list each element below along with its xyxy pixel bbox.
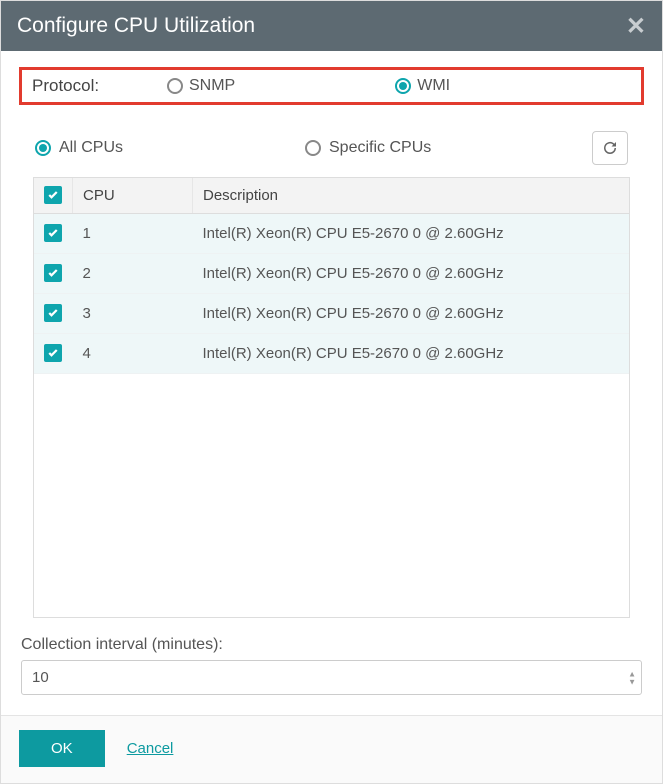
row-cpu: 3 — [73, 294, 193, 334]
row-checkbox[interactable] — [44, 264, 62, 282]
header-cpu: CPU — [73, 178, 193, 214]
protocol-wmi-radio[interactable]: WMI — [395, 77, 450, 95]
row-description: Intel(R) Xeon(R) CPU E5-2670 0 @ 2.60GHz — [193, 334, 630, 374]
row-checkbox-cell — [34, 294, 73, 334]
protocol-snmp-label: SNMP — [189, 77, 235, 95]
select-all-checkbox[interactable] — [44, 186, 62, 204]
interval-input-wrap: ▲ ▼ — [21, 660, 642, 695]
protocol-label: Protocol: — [32, 76, 107, 96]
content: Protocol: SNMP WMI All CPUs Specific CPU… — [1, 51, 662, 715]
protocol-wmi-label: WMI — [417, 77, 450, 95]
ok-button[interactable]: OK — [19, 730, 105, 767]
footer: OK Cancel — [1, 715, 662, 783]
table-row[interactable]: 2Intel(R) Xeon(R) CPU E5-2670 0 @ 2.60GH… — [34, 254, 629, 294]
row-checkbox[interactable] — [44, 304, 62, 322]
spinner-down-icon[interactable]: ▼ — [628, 678, 636, 685]
dialog: Configure CPU Utilization ✕ Protocol: SN… — [0, 0, 663, 784]
row-cpu: 1 — [73, 214, 193, 254]
refresh-icon — [601, 139, 619, 157]
table-row[interactable]: 1Intel(R) Xeon(R) CPU E5-2670 0 @ 2.60GH… — [34, 214, 629, 254]
table-empty-area — [34, 374, 629, 617]
interval-spinner[interactable]: ▲ ▼ — [628, 670, 636, 685]
interval-label: Collection interval (minutes): — [21, 636, 642, 654]
table-header-row: CPU Description — [34, 178, 629, 214]
cpu-mode-all-radio[interactable]: All CPUs — [35, 139, 265, 157]
row-checkbox-cell — [34, 334, 73, 374]
table-row[interactable]: 4Intel(R) Xeon(R) CPU E5-2670 0 @ 2.60GH… — [34, 334, 629, 374]
dialog-title: Configure CPU Utilization — [17, 14, 255, 38]
row-description: Intel(R) Xeon(R) CPU E5-2670 0 @ 2.60GHz — [193, 214, 630, 254]
radio-checked-icon — [35, 140, 51, 156]
cpu-table: CPU Description 1Intel(R) Xeon(R) CPU E5… — [33, 177, 630, 618]
refresh-button[interactable] — [592, 131, 628, 165]
row-cpu: 4 — [73, 334, 193, 374]
header-checkbox-cell — [34, 178, 73, 214]
cpu-mode-row: All CPUs Specific CPUs — [19, 131, 644, 177]
table-row[interactable]: 3Intel(R) Xeon(R) CPU E5-2670 0 @ 2.60GH… — [34, 294, 629, 334]
row-checkbox[interactable] — [44, 344, 62, 362]
row-checkbox-cell — [34, 254, 73, 294]
radio-unchecked-icon — [305, 140, 321, 156]
interval-block: Collection interval (minutes): ▲ ▼ — [21, 636, 642, 695]
protocol-snmp-radio[interactable]: SNMP — [167, 77, 235, 95]
protocol-radio-group: SNMP WMI — [167, 77, 450, 95]
titlebar: Configure CPU Utilization ✕ — [1, 1, 662, 51]
spinner-up-icon[interactable]: ▲ — [628, 670, 636, 677]
interval-input[interactable] — [21, 660, 642, 695]
row-checkbox-cell — [34, 214, 73, 254]
cpu-mode-specific-radio[interactable]: Specific CPUs — [305, 139, 552, 157]
close-icon[interactable]: ✕ — [626, 12, 646, 41]
row-description: Intel(R) Xeon(R) CPU E5-2670 0 @ 2.60GHz — [193, 294, 630, 334]
protocol-row: Protocol: SNMP WMI — [19, 67, 644, 105]
radio-unchecked-icon — [167, 78, 183, 94]
row-checkbox[interactable] — [44, 224, 62, 242]
radio-checked-icon — [395, 78, 411, 94]
row-description: Intel(R) Xeon(R) CPU E5-2670 0 @ 2.60GHz — [193, 254, 630, 294]
cpu-mode-all-label: All CPUs — [59, 139, 123, 157]
header-description: Description — [193, 178, 630, 214]
row-cpu: 2 — [73, 254, 193, 294]
cpu-mode-specific-label: Specific CPUs — [329, 139, 431, 157]
cancel-link[interactable]: Cancel — [127, 740, 174, 757]
